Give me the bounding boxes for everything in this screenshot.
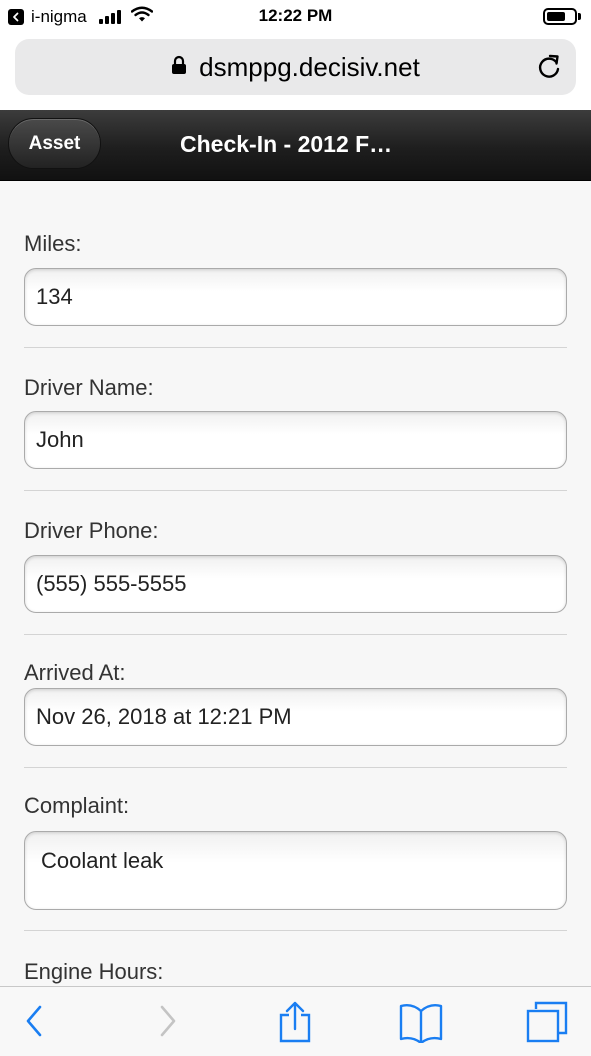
divider bbox=[24, 634, 567, 635]
complaint-field[interactable]: Coolant leak bbox=[24, 831, 567, 910]
url-text[interactable]: dsmppg.decisiv.net bbox=[199, 52, 420, 83]
url-bar[interactable]: dsmppg.decisiv.net bbox=[15, 39, 576, 95]
page-title: Check-In - 2012 F… bbox=[180, 131, 393, 157]
driver-phone-label: Driver Phone: bbox=[24, 518, 159, 543]
tabs-icon[interactable] bbox=[525, 1001, 569, 1048]
divider bbox=[24, 490, 567, 491]
arrived-at-label: Arrived At: bbox=[24, 660, 126, 685]
back-app-label[interactable]: i-nigma bbox=[31, 7, 87, 27]
signal-icon bbox=[98, 9, 121, 24]
status-left: i-nigma bbox=[8, 6, 153, 27]
forward-icon[interactable] bbox=[154, 1001, 180, 1046]
wifi-icon bbox=[130, 6, 153, 27]
driver-name-label: Driver Name: bbox=[24, 375, 154, 400]
asset-back-button[interactable]: Asset bbox=[8, 118, 101, 169]
lock-icon bbox=[171, 55, 187, 80]
back-icon[interactable] bbox=[22, 1001, 48, 1046]
app-header: Asset Check-In - 2012 F… bbox=[0, 110, 591, 181]
engine-hours-label: Engine Hours: bbox=[24, 959, 164, 984]
reload-icon[interactable] bbox=[536, 53, 562, 86]
complaint-label: Complaint: bbox=[24, 793, 130, 818]
divider bbox=[24, 930, 567, 931]
share-icon[interactable] bbox=[277, 1001, 313, 1048]
miles-label: Miles: bbox=[24, 231, 82, 256]
browser-chrome: dsmppg.decisiv.net bbox=[0, 34, 591, 110]
check-in-form: Miles: 134 Driver Name: John Driver Phon… bbox=[0, 181, 591, 986]
divider bbox=[24, 767, 567, 768]
battery-icon bbox=[543, 8, 581, 25]
divider bbox=[24, 347, 567, 348]
arrived-at-field[interactable]: Nov 26, 2018 at 12:21 PM bbox=[24, 688, 567, 746]
driver-name-field[interactable]: John bbox=[24, 411, 567, 469]
miles-field[interactable]: 134 bbox=[24, 268, 567, 326]
driver-phone-field[interactable]: (555) 555-5555 bbox=[24, 555, 567, 613]
status-bar: i-nigma 12:22 PM bbox=[0, 0, 591, 34]
back-arrow-icon[interactable] bbox=[8, 8, 24, 25]
bookmarks-icon[interactable] bbox=[398, 1001, 444, 1048]
url-display[interactable]: dsmppg.decisiv.net bbox=[15, 39, 576, 95]
browser-toolbar bbox=[0, 986, 591, 1056]
